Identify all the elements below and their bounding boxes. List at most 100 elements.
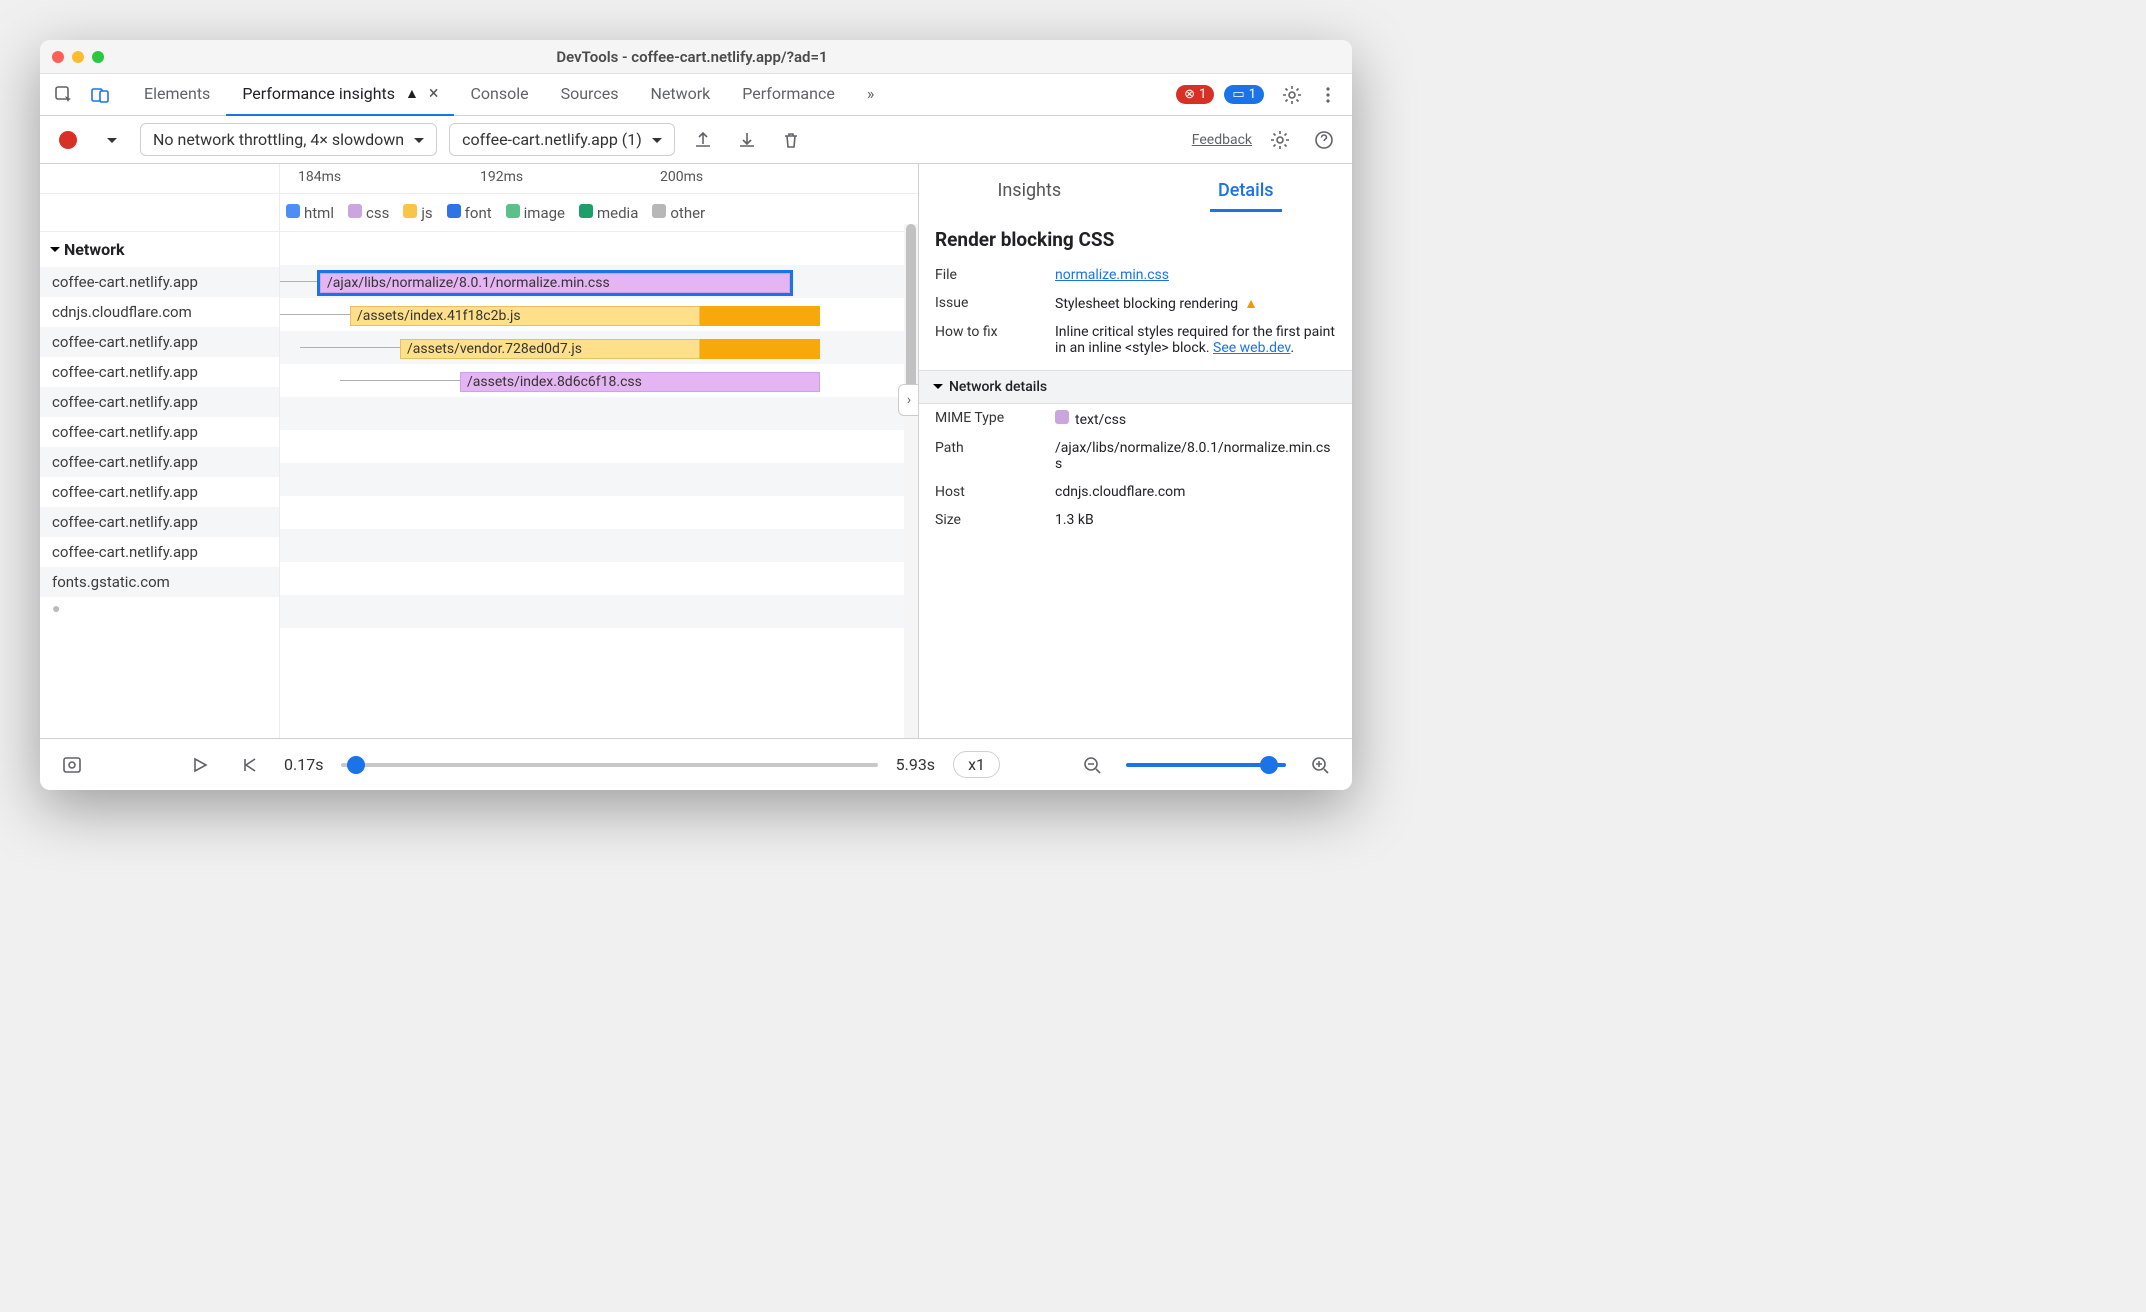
window-title: DevTools - coffee-cart.netlify.app/?ad=1 [104,48,1280,66]
record-button[interactable] [52,124,84,156]
vertical-scrollbar[interactable] [904,224,918,738]
request-bar[interactable]: /ajax/libs/normalize/8.0.1/normalize.min… [320,273,790,293]
host-row[interactable]: coffee-cart.netlify.app [40,507,279,537]
host-label: Host [935,484,1045,500]
zoom-knob[interactable] [1260,756,1278,774]
legend-js: js [403,204,432,222]
waterfall-rows[interactable]: /ajax/libs/normalize/8.0.1/normalize.min… [280,232,918,738]
host-row[interactable]: coffee-cart.netlify.app [40,267,279,297]
legend-html: html [286,204,334,222]
chevron-down-icon [933,384,943,394]
tab-console[interactable]: Console [454,73,544,116]
throttling-select[interactable]: No network throttling, 4× slowdown [140,123,437,156]
left-panel: Network coffee-cart.netlify.appcdnjs.clo… [40,164,280,738]
panel-settings-icon[interactable] [1264,124,1296,156]
speed-button[interactable]: x1 [953,751,1000,778]
host-row[interactable]: coffee-cart.netlify.app [40,357,279,387]
path-label: Path [935,440,1045,472]
delete-icon[interactable] [775,124,807,156]
pager-indicator: ● [40,597,279,619]
details-tabs: Insights Details [919,164,1352,212]
traffic-lights [52,51,104,63]
timeline-header[interactable]: 184ms 192ms 200ms [280,164,918,194]
file-link[interactable]: normalize.min.css [1055,267,1169,283]
device-toggle-icon[interactable] [84,79,116,111]
request-bar[interactable]: /assets/vendor.728ed0d7.js [400,339,700,359]
file-label: File [935,267,1045,283]
host-row[interactable]: fonts.gstatic.com [40,567,279,597]
host-row[interactable]: coffee-cart.netlify.app [40,537,279,567]
waterfall-panel: 184ms 192ms 200ms html css js font image… [280,164,918,738]
request-bar[interactable]: /assets/index.8d6c6f18.css [460,372,820,392]
time-start: 0.17s [284,755,323,774]
minimize-icon[interactable] [72,51,84,63]
network-details-label: Network details [949,379,1047,395]
tab-sources[interactable]: Sources [545,73,635,116]
record-menu-chevron[interactable] [96,124,128,156]
feedback-link[interactable]: Feedback [1192,132,1252,148]
titlebar: DevTools - coffee-cart.netlify.app/?ad=1 [40,40,1352,74]
waterfall-row[interactable]: /ajax/libs/normalize/8.0.1/normalize.min… [280,265,918,298]
request-bar[interactable]: /assets/index.41f18c2b.js [350,306,700,326]
play-icon[interactable] [184,749,216,781]
error-badge[interactable]: ⊗ 1 [1176,85,1214,104]
content-area: Network coffee-cart.netlify.appcdnjs.clo… [40,164,1352,738]
close-icon[interactable] [52,51,64,63]
kebab-icon[interactable] [1312,79,1344,111]
tab-performance-insights[interactable]: Performance insights ▲ × [226,73,454,116]
maximize-icon[interactable] [92,51,104,63]
top-tab-row: Elements Performance insights ▲ × Consol… [40,74,1352,116]
legend-other: other [652,204,705,222]
throttling-label: No network throttling, 4× slowdown [153,130,404,149]
flask-icon: ▲ [405,85,419,102]
request-bar-tail [700,306,820,326]
slider-knob[interactable] [347,756,365,774]
host-row[interactable]: coffee-cart.netlify.app [40,447,279,477]
host-row[interactable]: coffee-cart.netlify.app [40,477,279,507]
legend-css: css [348,204,389,222]
scrollbar-thumb[interactable] [906,224,916,404]
time-tick: 192ms [480,169,523,185]
waterfall-row[interactable]: /assets/index.41f18c2b.js [280,298,918,331]
help-icon[interactable] [1308,124,1340,156]
preview-icon[interactable] [56,749,88,781]
tab-network[interactable]: Network [634,73,726,116]
export-icon[interactable] [687,124,719,156]
issue-value: Stylesheet blocking rendering▲ [1055,295,1336,312]
tab-label: Performance insights [242,84,395,103]
message-badge[interactable]: ▭ 1 [1224,85,1264,104]
host-row[interactable]: cdnjs.cloudflare.com [40,297,279,327]
howto-link[interactable]: See web.dev [1213,340,1290,356]
zoom-out-icon[interactable] [1076,749,1108,781]
tab-insights[interactable]: Insights [989,170,1069,212]
zoom-slider[interactable] [1126,763,1286,767]
whisker [280,314,350,315]
error-count: 1 [1199,87,1206,102]
warning-icon: ▲ [1244,296,1258,312]
details-panel: Insights Details Render blocking CSS Fil… [918,164,1352,738]
time-tick: 184ms [298,169,341,185]
gear-icon[interactable] [1276,79,1308,111]
tab-overflow[interactable]: » [851,73,891,116]
import-icon[interactable] [731,124,763,156]
size-value: 1.3 kB [1055,512,1336,528]
host-row[interactable]: coffee-cart.netlify.app [40,327,279,357]
time-slider[interactable] [341,763,877,767]
rewind-icon[interactable] [234,749,266,781]
host-row[interactable]: coffee-cart.netlify.app [40,417,279,447]
waterfall-row[interactable]: /assets/index.8d6c6f18.css [280,364,918,397]
tab-performance[interactable]: Performance [726,73,851,116]
expand-handle[interactable]: › [898,384,918,416]
tab-elements[interactable]: Elements [128,73,226,116]
waterfall-row[interactable]: /assets/vendor.728ed0d7.js [280,331,918,364]
tab-details[interactable]: Details [1210,170,1282,212]
close-tab-icon[interactable]: × [429,83,439,104]
host-row[interactable]: coffee-cart.netlify.app [40,387,279,417]
network-details-toggle[interactable]: Network details [919,370,1352,404]
chevron-down-icon [652,138,662,148]
origin-select[interactable]: coffee-cart.netlify.app (1) [449,123,675,156]
howto-label: How to fix [935,324,1045,356]
inspect-icon[interactable] [48,79,80,111]
zoom-in-icon[interactable] [1304,749,1336,781]
network-section-header[interactable]: Network [40,232,279,267]
